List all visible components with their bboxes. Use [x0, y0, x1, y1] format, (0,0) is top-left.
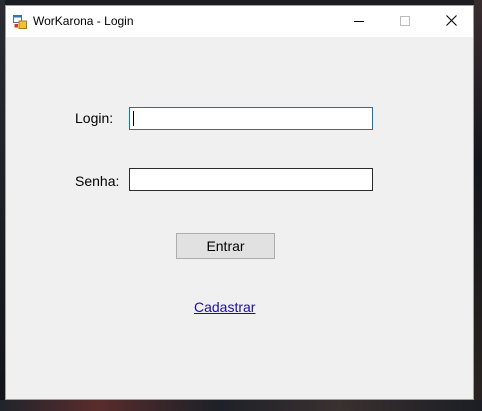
maximize-button[interactable] [382, 6, 428, 37]
minimize-button[interactable] [336, 6, 382, 37]
close-icon [445, 13, 457, 31]
desktop-background-bottom [0, 400, 482, 411]
minimize-icon [354, 13, 364, 31]
app-icon[interactable] [13, 15, 27, 29]
entrar-button[interactable]: Entrar [176, 233, 275, 259]
maximize-icon [400, 13, 410, 31]
close-button[interactable] [428, 6, 474, 37]
text-caret [133, 111, 134, 126]
window-title: WorKarona - Login [33, 14, 134, 28]
login-input[interactable] [129, 107, 373, 130]
login-label: Login: [75, 110, 114, 126]
cadastrar-link[interactable]: Cadastrar [194, 299, 255, 315]
senha-label: Senha: [75, 173, 120, 189]
desktop-background-right [474, 0, 482, 411]
senha-input[interactable] [129, 168, 373, 191]
login-window: WorKarona - Login Login: Senha: Entrar C… [5, 5, 474, 400]
title-bar[interactable]: WorKarona - Login [6, 6, 473, 37]
